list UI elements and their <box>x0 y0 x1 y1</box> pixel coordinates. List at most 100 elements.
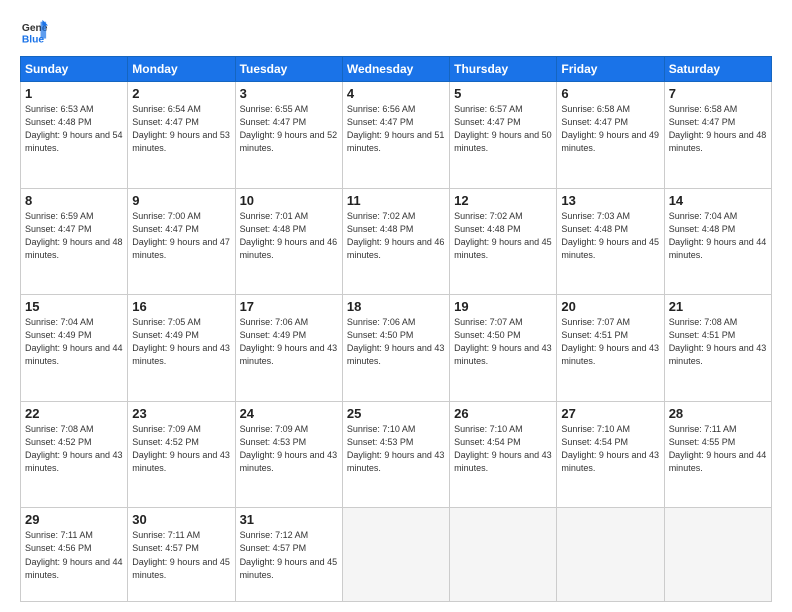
day-number: 23 <box>132 406 230 421</box>
sunrise: Sunrise: 7:02 AM <box>454 211 523 221</box>
calendar-day-cell: 4 Sunrise: 6:56 AM Sunset: 4:47 PM Dayli… <box>342 82 449 189</box>
sunrise: Sunrise: 7:12 AM <box>240 530 309 540</box>
day-number: 17 <box>240 299 338 314</box>
daylight: Daylight: 9 hours and 43 minutes. <box>454 450 552 473</box>
calendar-day-cell: 6 Sunrise: 6:58 AM Sunset: 4:47 PM Dayli… <box>557 82 664 189</box>
sunset: Sunset: 4:47 PM <box>132 224 199 234</box>
daylight: Daylight: 9 hours and 44 minutes. <box>25 343 123 366</box>
sunset: Sunset: 4:57 PM <box>132 543 199 553</box>
sunset: Sunset: 4:51 PM <box>669 330 736 340</box>
calendar-day-cell: 3 Sunrise: 6:55 AM Sunset: 4:47 PM Dayli… <box>235 82 342 189</box>
day-info: Sunrise: 7:01 AM Sunset: 4:48 PM Dayligh… <box>240 210 338 262</box>
day-info: Sunrise: 6:54 AM Sunset: 4:47 PM Dayligh… <box>132 103 230 155</box>
daylight: Daylight: 9 hours and 44 minutes. <box>669 450 767 473</box>
calendar-day-cell <box>450 508 557 602</box>
calendar-day-cell: 9 Sunrise: 7:00 AM Sunset: 4:47 PM Dayli… <box>128 188 235 295</box>
calendar-day-cell <box>557 508 664 602</box>
daylight: Daylight: 9 hours and 52 minutes. <box>240 130 338 153</box>
calendar-day-cell: 7 Sunrise: 6:58 AM Sunset: 4:47 PM Dayli… <box>664 82 771 189</box>
sunrise: Sunrise: 6:54 AM <box>132 104 201 114</box>
sunrise: Sunrise: 7:10 AM <box>347 424 416 434</box>
calendar-day-cell: 28 Sunrise: 7:11 AM Sunset: 4:55 PM Dayl… <box>664 401 771 508</box>
calendar-day-cell: 18 Sunrise: 7:06 AM Sunset: 4:50 PM Dayl… <box>342 295 449 402</box>
day-info: Sunrise: 7:09 AM Sunset: 4:53 PM Dayligh… <box>240 423 338 475</box>
day-number: 8 <box>25 193 123 208</box>
sunset: Sunset: 4:51 PM <box>561 330 628 340</box>
sunrise: Sunrise: 7:03 AM <box>561 211 630 221</box>
day-info: Sunrise: 7:07 AM Sunset: 4:51 PM Dayligh… <box>561 316 659 368</box>
day-number: 14 <box>669 193 767 208</box>
day-info: Sunrise: 7:04 AM Sunset: 4:48 PM Dayligh… <box>669 210 767 262</box>
day-number: 25 <box>347 406 445 421</box>
sunrise: Sunrise: 6:58 AM <box>669 104 738 114</box>
calendar-day-cell: 27 Sunrise: 7:10 AM Sunset: 4:54 PM Dayl… <box>557 401 664 508</box>
sunrise: Sunrise: 7:05 AM <box>132 317 201 327</box>
day-number: 4 <box>347 86 445 101</box>
calendar-day-cell: 13 Sunrise: 7:03 AM Sunset: 4:48 PM Dayl… <box>557 188 664 295</box>
sunset: Sunset: 4:55 PM <box>669 437 736 447</box>
day-number: 29 <box>25 512 123 527</box>
day-info: Sunrise: 7:10 AM Sunset: 4:54 PM Dayligh… <box>454 423 552 475</box>
day-number: 31 <box>240 512 338 527</box>
sunset: Sunset: 4:47 PM <box>240 117 307 127</box>
calendar-week-row: 22 Sunrise: 7:08 AM Sunset: 4:52 PM Dayl… <box>21 401 772 508</box>
day-info: Sunrise: 7:08 AM Sunset: 4:52 PM Dayligh… <box>25 423 123 475</box>
day-info: Sunrise: 6:59 AM Sunset: 4:47 PM Dayligh… <box>25 210 123 262</box>
sunrise: Sunrise: 7:11 AM <box>669 424 737 434</box>
day-number: 15 <box>25 299 123 314</box>
sunrise: Sunrise: 7:09 AM <box>240 424 309 434</box>
day-info: Sunrise: 7:06 AM Sunset: 4:49 PM Dayligh… <box>240 316 338 368</box>
day-info: Sunrise: 7:04 AM Sunset: 4:49 PM Dayligh… <box>25 316 123 368</box>
daylight: Daylight: 9 hours and 44 minutes. <box>669 237 767 260</box>
daylight: Daylight: 9 hours and 43 minutes. <box>561 450 659 473</box>
calendar-day-cell: 20 Sunrise: 7:07 AM Sunset: 4:51 PM Dayl… <box>557 295 664 402</box>
sunset: Sunset: 4:54 PM <box>561 437 628 447</box>
daylight: Daylight: 9 hours and 45 minutes. <box>454 237 552 260</box>
calendar-table: SundayMondayTuesdayWednesdayThursdayFrid… <box>20 56 772 602</box>
daylight: Daylight: 9 hours and 45 minutes. <box>240 557 338 580</box>
day-number: 1 <box>25 86 123 101</box>
calendar-week-row: 8 Sunrise: 6:59 AM Sunset: 4:47 PM Dayli… <box>21 188 772 295</box>
sunrise: Sunrise: 7:11 AM <box>25 530 93 540</box>
sunset: Sunset: 4:47 PM <box>132 117 199 127</box>
day-info: Sunrise: 7:10 AM Sunset: 4:54 PM Dayligh… <box>561 423 659 475</box>
sunset: Sunset: 4:57 PM <box>240 543 307 553</box>
day-info: Sunrise: 7:02 AM Sunset: 4:48 PM Dayligh… <box>454 210 552 262</box>
day-number: 28 <box>669 406 767 421</box>
day-number: 13 <box>561 193 659 208</box>
sunset: Sunset: 4:47 PM <box>669 117 736 127</box>
logo-icon: General Blue <box>20 18 48 46</box>
sunrise: Sunrise: 7:00 AM <box>132 211 201 221</box>
day-number: 21 <box>669 299 767 314</box>
calendar-day-cell: 8 Sunrise: 6:59 AM Sunset: 4:47 PM Dayli… <box>21 188 128 295</box>
daylight: Daylight: 9 hours and 43 minutes. <box>669 343 767 366</box>
sunset: Sunset: 4:47 PM <box>25 224 92 234</box>
daylight: Daylight: 9 hours and 43 minutes. <box>132 343 230 366</box>
daylight: Daylight: 9 hours and 47 minutes. <box>132 237 230 260</box>
calendar-day-cell: 1 Sunrise: 6:53 AM Sunset: 4:48 PM Dayli… <box>21 82 128 189</box>
calendar-day-cell: 10 Sunrise: 7:01 AM Sunset: 4:48 PM Dayl… <box>235 188 342 295</box>
calendar-day-cell: 26 Sunrise: 7:10 AM Sunset: 4:54 PM Dayl… <box>450 401 557 508</box>
sunrise: Sunrise: 6:55 AM <box>240 104 309 114</box>
day-number: 16 <box>132 299 230 314</box>
day-number: 7 <box>669 86 767 101</box>
calendar-day-cell: 17 Sunrise: 7:06 AM Sunset: 4:49 PM Dayl… <box>235 295 342 402</box>
sunrise: Sunrise: 7:07 AM <box>454 317 523 327</box>
calendar-day-cell: 19 Sunrise: 7:07 AM Sunset: 4:50 PM Dayl… <box>450 295 557 402</box>
sunrise: Sunrise: 7:11 AM <box>132 530 200 540</box>
day-number: 9 <box>132 193 230 208</box>
calendar-week-row: 29 Sunrise: 7:11 AM Sunset: 4:56 PM Dayl… <box>21 508 772 602</box>
day-info: Sunrise: 7:08 AM Sunset: 4:51 PM Dayligh… <box>669 316 767 368</box>
day-info: Sunrise: 7:00 AM Sunset: 4:47 PM Dayligh… <box>132 210 230 262</box>
sunset: Sunset: 4:48 PM <box>240 224 307 234</box>
day-info: Sunrise: 7:02 AM Sunset: 4:48 PM Dayligh… <box>347 210 445 262</box>
daylight: Daylight: 9 hours and 43 minutes. <box>347 450 445 473</box>
calendar-day-cell: 11 Sunrise: 7:02 AM Sunset: 4:48 PM Dayl… <box>342 188 449 295</box>
day-info: Sunrise: 6:58 AM Sunset: 4:47 PM Dayligh… <box>669 103 767 155</box>
daylight: Daylight: 9 hours and 43 minutes. <box>25 450 123 473</box>
sunrise: Sunrise: 7:02 AM <box>347 211 416 221</box>
day-number: 30 <box>132 512 230 527</box>
daylight: Daylight: 9 hours and 43 minutes. <box>347 343 445 366</box>
day-number: 22 <box>25 406 123 421</box>
calendar-header-row: SundayMondayTuesdayWednesdayThursdayFrid… <box>21 57 772 82</box>
